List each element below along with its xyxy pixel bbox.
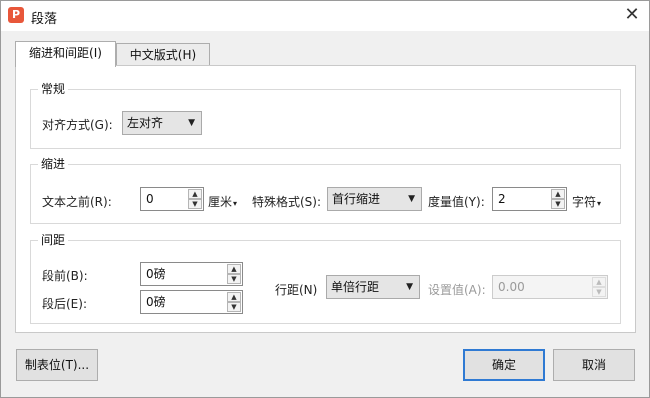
stepper-up-icon[interactable]: ▲	[227, 292, 241, 302]
space-before-label: 段前(B):	[42, 269, 88, 283]
stepper-up-icon[interactable]: ▲	[188, 189, 202, 199]
indent-group-title: 缩进	[38, 155, 69, 172]
tab-chinese-layout[interactable]: 中文版式(H)	[116, 43, 210, 67]
before-text-stepper[interactable]: 0 ▲ ▼	[140, 187, 204, 211]
space-after-label: 段后(E):	[42, 297, 87, 311]
general-group-title: 常规	[38, 80, 69, 97]
chevron-down-icon: ▼	[188, 118, 195, 128]
before-text-unit-dropdown[interactable]: 厘米▾	[208, 193, 237, 210]
stepper-down-icon: ▼	[592, 287, 606, 297]
spacing-group-title: 间距	[38, 231, 69, 248]
paragraph-dialog: P 段落 ✕ 缩进和间距(I) 中文版式(H) 常规 对齐方式(G): 左对齐 …	[0, 0, 650, 398]
chevron-down-icon: ▼	[406, 282, 413, 292]
space-before-stepper[interactable]: 0磅 ▲ ▼	[140, 262, 243, 286]
before-text-value: 0	[146, 192, 154, 206]
setting-value-stepper: 0.00 ▲ ▼	[492, 275, 608, 299]
caret-down-icon: ▾	[233, 199, 238, 208]
stepper-up-icon: ▲	[592, 277, 606, 287]
before-text-label: 文本之前(R):	[42, 195, 112, 209]
close-button[interactable]: ✕	[615, 1, 649, 31]
stepper-up-icon[interactable]: ▲	[227, 264, 241, 274]
dialog-title: 段落	[31, 12, 58, 27]
line-spacing-select[interactable]: 单倍行距 ▼	[326, 275, 420, 299]
space-after-stepper[interactable]: 0磅 ▲ ▼	[140, 290, 243, 314]
close-icon: ✕	[624, 4, 640, 25]
stepper-buttons: ▲ ▼	[227, 264, 241, 284]
stepper-down-icon[interactable]: ▼	[227, 302, 241, 312]
stepper-down-icon[interactable]: ▼	[551, 199, 565, 209]
stepper-up-icon[interactable]: ▲	[551, 189, 565, 199]
line-spacing-value: 单倍行距	[331, 280, 380, 294]
measure-unit-dropdown[interactable]: 字符▾	[572, 193, 601, 210]
measure-value: 2	[498, 192, 506, 206]
tab-stops-button[interactable]: 制表位(T)...	[16, 349, 98, 381]
caret-down-icon: ▾	[597, 199, 602, 208]
setting-value: 0.00	[498, 280, 525, 294]
chevron-down-icon: ▼	[408, 194, 415, 204]
measure-unit: 字符	[572, 195, 597, 209]
line-spacing-label: 行距(N)	[275, 283, 318, 297]
app-logo-icon: P	[8, 7, 24, 23]
stepper-buttons: ▲ ▼	[227, 292, 241, 312]
ok-button[interactable]: 确定	[463, 349, 545, 381]
stepper-buttons: ▲ ▼	[592, 277, 606, 297]
measure-stepper[interactable]: 2 ▲ ▼	[492, 187, 567, 211]
alignment-value: 左对齐	[127, 116, 164, 130]
tab-panel: 常规 对齐方式(G): 左对齐 ▼ 缩进 文本之前(R): 0 ▲ ▼ 厘米▾ …	[15, 65, 636, 333]
space-after-value: 0磅	[146, 295, 166, 309]
title-bar: P 段落 ✕	[1, 1, 649, 31]
stepper-buttons: ▲ ▼	[551, 189, 565, 209]
measure-label: 度量值(Y):	[428, 195, 485, 209]
cancel-button[interactable]: 取消	[553, 349, 635, 381]
stepper-down-icon[interactable]: ▼	[188, 199, 202, 209]
before-text-unit: 厘米	[208, 195, 233, 209]
tab-indent-spacing[interactable]: 缩进和间距(I)	[15, 41, 116, 67]
stepper-down-icon[interactable]: ▼	[227, 274, 241, 284]
alignment-select[interactable]: 左对齐 ▼	[122, 111, 202, 135]
general-group	[30, 89, 621, 149]
special-format-select[interactable]: 首行缩进 ▼	[327, 187, 422, 211]
special-format-value: 首行缩进	[332, 192, 381, 206]
stepper-buttons: ▲ ▼	[188, 189, 202, 209]
setting-value-label: 设置值(A):	[428, 283, 486, 297]
space-before-value: 0磅	[146, 267, 166, 281]
special-format-label: 特殊格式(S):	[252, 195, 322, 209]
alignment-label: 对齐方式(G):	[42, 118, 113, 132]
